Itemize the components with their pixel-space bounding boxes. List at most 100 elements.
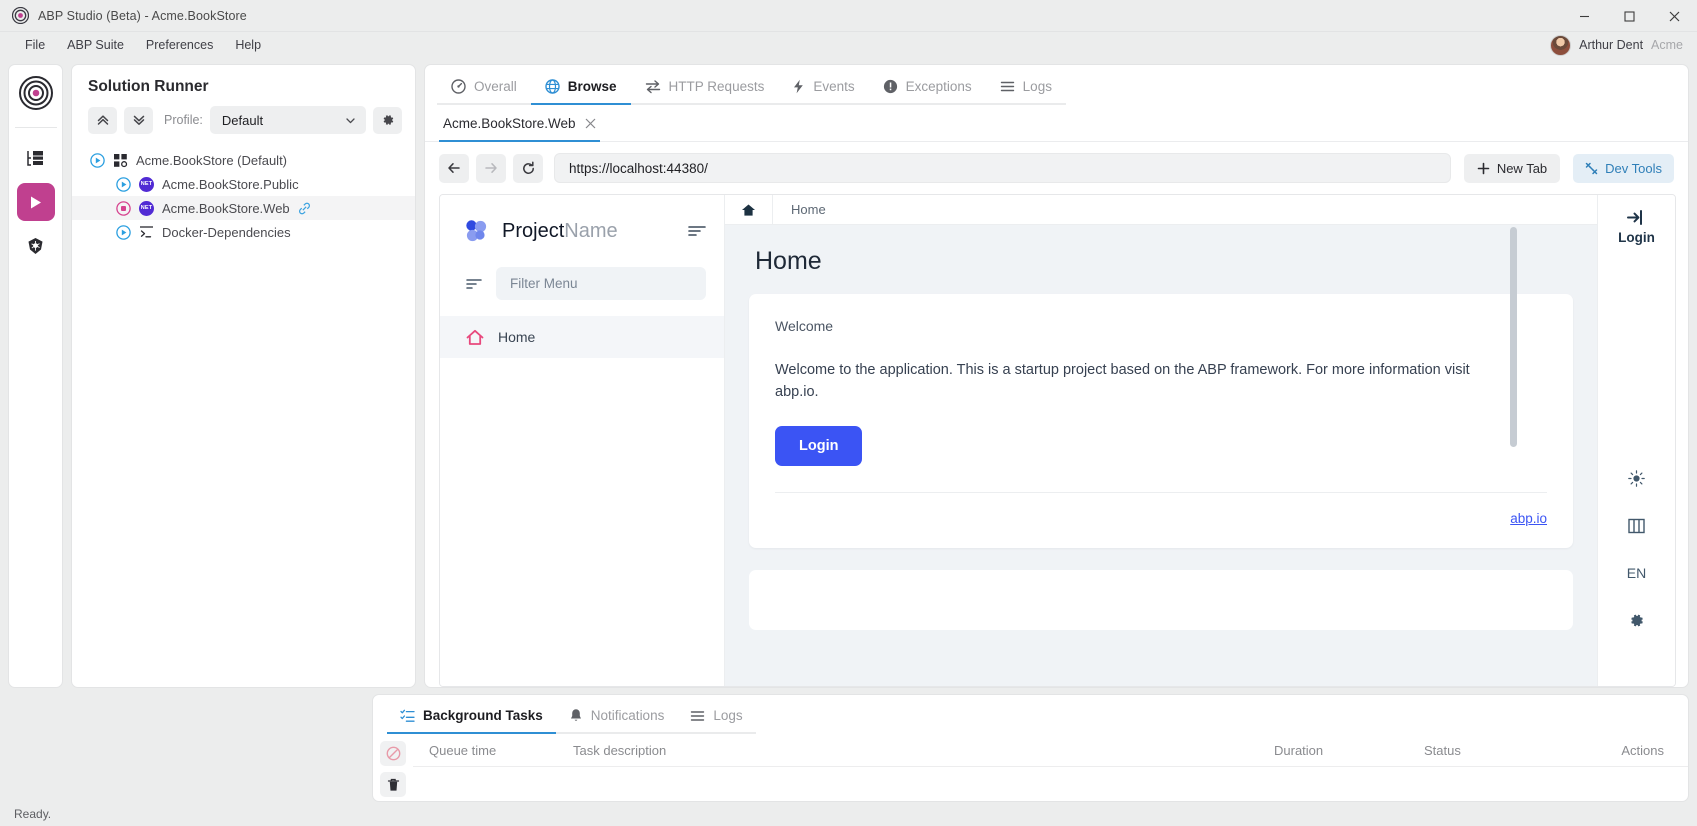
main-content-panel: Overall Browse HTTP Requests Events Exce… <box>424 64 1689 688</box>
browser-tab-acme-bookstore-web[interactable]: Acme.BookStore.Web <box>439 114 600 142</box>
site-menu-item-home[interactable]: Home <box>440 316 724 358</box>
tree-folder-icon <box>26 149 45 168</box>
column-task-description: Task description <box>573 742 667 758</box>
profile-select[interactable]: Default <box>209 106 366 134</box>
expand-all-button[interactable] <box>124 106 153 134</box>
main-body: Solution Runner Profile: Default Acme.Bo… <box>0 58 1697 694</box>
site-brand[interactable]: ProjectName <box>440 195 724 267</box>
site-login-button[interactable]: Login <box>1618 209 1655 245</box>
menu-filter-row: Filter Menu <box>440 267 724 300</box>
status-text: Ready. <box>14 807 52 821</box>
tab-overall[interactable]: Overall <box>437 75 531 105</box>
rail-item-solution-runner[interactable] <box>16 183 55 221</box>
menu-file[interactable]: File <box>14 35 56 55</box>
menu-help[interactable]: Help <box>224 35 272 55</box>
link-icon[interactable] <box>298 202 311 215</box>
maximize-button[interactable] <box>1607 0 1652 32</box>
reload-button[interactable] <box>513 153 543 183</box>
tree-row[interactable]: NET Acme.BookStore.Web <box>72 196 415 220</box>
close-button[interactable] <box>1652 0 1697 32</box>
rail-item-kubernetes[interactable] <box>17 227 55 265</box>
breadcrumb: Home <box>725 195 1597 225</box>
filter-icon[interactable] <box>466 278 482 290</box>
tasks-icon <box>400 709 415 723</box>
profile-selected-value: Default <box>221 112 264 128</box>
theme-icon[interactable] <box>1628 470 1645 487</box>
exchange-icon <box>645 79 661 94</box>
home-icon <box>466 329 484 346</box>
tab-browse[interactable]: Browse <box>530 75 631 105</box>
profile-label: Profile: <box>164 113 203 127</box>
url-input[interactable]: https://localhost:44380/ <box>554 153 1451 183</box>
language-icon[interactable]: EN <box>1627 565 1646 581</box>
tab-label: Events <box>813 79 855 94</box>
tab-bottom-logs[interactable]: Logs <box>677 705 756 734</box>
filter-menu-input[interactable]: Filter Menu <box>496 267 706 300</box>
tree-row[interactable]: Acme.BookStore (Default) <box>72 148 415 172</box>
dotnet-icon: NET <box>139 200 154 216</box>
tree-row[interactable]: NET Acme.BookStore.Public <box>72 172 415 196</box>
browser-tab-label: Acme.BookStore.Web <box>443 116 576 131</box>
page-scrollbar[interactable] <box>1510 227 1517 447</box>
trash-icon <box>387 778 400 792</box>
tab-background-tasks[interactable]: Background Tasks <box>387 705 556 734</box>
solution-tree: Acme.BookStore (Default) NET Acme.BookSt… <box>72 144 415 244</box>
status-bar: Ready. <box>0 802 1697 826</box>
rail-item-solution-explorer[interactable] <box>17 139 55 177</box>
hamburger-icon[interactable] <box>688 224 706 238</box>
browser-tab-bar: Acme.BookStore.Web <box>425 105 1688 142</box>
user-area[interactable]: Arthur Dent Acme <box>1550 32 1683 58</box>
layout-columns-icon[interactable] <box>1628 518 1645 534</box>
login-button[interactable]: Login <box>775 425 863 466</box>
bottom-tab-label: Background Tasks <box>423 708 543 723</box>
tab-exceptions[interactable]: Exceptions <box>868 75 986 105</box>
tab-events[interactable]: Events <box>778 75 869 105</box>
brand-bold: Project <box>502 219 565 242</box>
stop-icon[interactable] <box>116 200 131 216</box>
forward-button[interactable] <box>476 153 506 183</box>
tab-http-requests[interactable]: HTTP Requests <box>630 75 779 105</box>
new-tab-button[interactable]: New Tab <box>1463 153 1561 183</box>
close-icon[interactable] <box>585 118 596 129</box>
tree-row[interactable]: Docker-Dependencies <box>72 220 415 244</box>
solution-runner-panel: Solution Runner Profile: Default Acme.Bo… <box>71 64 416 688</box>
breadcrumb-item[interactable]: Home <box>773 202 826 217</box>
dev-tools-button[interactable]: Dev Tools <box>1573 153 1674 183</box>
bottom-tab-label: Logs <box>713 708 743 723</box>
bell-icon <box>569 708 583 723</box>
clear-all-button[interactable] <box>380 772 406 797</box>
avatar <box>1550 34 1572 56</box>
breadcrumb-home-icon[interactable] <box>725 195 773 224</box>
filter-menu-placeholder: Filter Menu <box>510 276 578 291</box>
back-button[interactable] <box>439 153 469 183</box>
menu-bar: File ABP Suite Preferences Help Arthur D… <box>0 32 1697 58</box>
card-divider <box>775 491 1547 493</box>
tab-notifications[interactable]: Notifications <box>555 705 678 734</box>
cancel-all-button[interactable] <box>380 741 406 766</box>
menu-preferences[interactable]: Preferences <box>135 35 224 55</box>
run-icon[interactable] <box>90 152 105 168</box>
tree-item-label: Acme.BookStore.Public <box>162 176 299 192</box>
collapse-all-button[interactable] <box>88 106 117 134</box>
tab-logs[interactable]: Logs <box>985 75 1066 105</box>
list-icon <box>690 709 705 723</box>
column-status: Status <box>1424 742 1461 758</box>
welcome-card: Welcome Welcome to the application. This… <box>749 294 1573 548</box>
dev-tools-label: Dev Tools <box>1605 160 1662 176</box>
abp-flower-icon <box>462 217 490 245</box>
run-icon[interactable] <box>116 224 131 240</box>
profile-settings-button[interactable] <box>373 106 402 134</box>
run-icon[interactable] <box>116 176 131 192</box>
main-tab-bar: Overall Browse HTTP Requests Events Exce… <box>425 65 1688 105</box>
menu-abp-suite[interactable]: ABP Suite <box>56 35 135 55</box>
minimize-button[interactable] <box>1562 0 1607 32</box>
abp-io-link[interactable]: abp.io <box>775 511 1547 526</box>
embedded-browser-viewport: ProjectName Filter Menu Home Home Home W… <box>439 194 1676 687</box>
site-scroll-area: Home Welcome Welcome to the application.… <box>725 225 1597 686</box>
dotnet-icon: NET <box>139 176 154 192</box>
settings-gear-icon[interactable] <box>1628 612 1645 629</box>
column-queue-time: Queue time <box>429 742 497 758</box>
gear-icon <box>381 113 395 127</box>
site-menu-label: Home <box>498 329 536 345</box>
bolt-icon <box>792 79 805 94</box>
